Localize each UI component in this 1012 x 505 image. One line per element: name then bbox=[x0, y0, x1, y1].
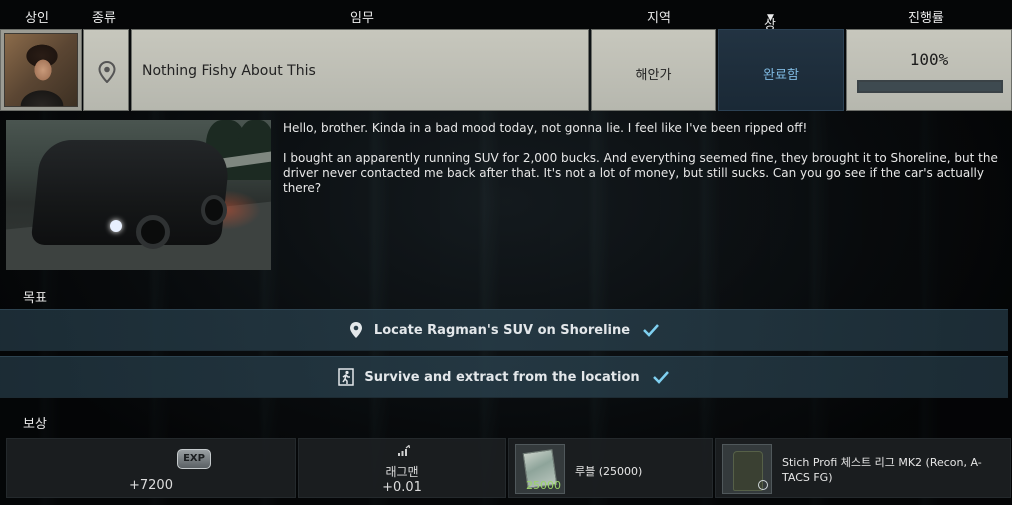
type-cell bbox=[83, 29, 129, 111]
checkmark-icon bbox=[652, 371, 669, 384]
header-type: 종류 bbox=[92, 11, 116, 26]
location-cell: 해안가 bbox=[591, 29, 716, 111]
reward-item[interactable]: Stich Profi 체스트 리그 MK2 (Recon, A-TACS FG… bbox=[715, 438, 1011, 498]
progress-percent: 100% bbox=[909, 50, 949, 69]
table-header: 상인 종류 임무 지역 상태▼ 진행률 bbox=[0, 0, 1012, 52]
reputation-trader: 래그맨 bbox=[385, 465, 419, 479]
reward-exp: EXP +7200 bbox=[6, 438, 296, 498]
reward-reputation: 래그맨 +0.01 bbox=[298, 438, 506, 498]
money-label: 루블 (25000) bbox=[575, 465, 643, 478]
progress-bar bbox=[857, 80, 1003, 93]
stack-count: 25000 bbox=[526, 479, 561, 492]
found-in-raid-icon bbox=[758, 480, 768, 490]
trader-avatar bbox=[4, 33, 78, 107]
headlight-shape bbox=[110, 220, 122, 232]
quest-image bbox=[6, 120, 271, 270]
objective-row: Locate Ragman's SUV on Shoreline bbox=[0, 309, 1008, 351]
location-name: 해안가 bbox=[635, 68, 672, 83]
quest-row[interactable]: Nothing Fishy About This 해안가 완료함 100% bbox=[0, 29, 1012, 111]
tree-shape bbox=[238, 120, 271, 180]
header-location: 지역 bbox=[647, 11, 671, 26]
money-item-slot[interactable]: 25000 bbox=[515, 444, 565, 494]
status-badge: 완료함 bbox=[763, 68, 799, 83]
location-pin-icon bbox=[349, 322, 362, 338]
reputation-value: +0.01 bbox=[382, 480, 422, 495]
reward-money[interactable]: 25000 루블 (25000) bbox=[508, 438, 713, 498]
status-cell: 완료함 bbox=[718, 29, 844, 111]
wheel-shape bbox=[201, 195, 227, 225]
exp-icon: EXP bbox=[177, 449, 211, 469]
trader-cell bbox=[0, 29, 82, 111]
progress-bar-fill bbox=[859, 82, 1001, 91]
task-name: Nothing Fishy About This bbox=[142, 63, 316, 79]
item-label: Stich Profi 체스트 리그 MK2 (Recon, A-TACS FG… bbox=[782, 456, 982, 484]
header-task: 임무 bbox=[350, 11, 374, 26]
description-paragraph: Hello, brother. Kinda in a bad mood toda… bbox=[283, 121, 808, 135]
chevron-down-icon: ▼ bbox=[767, 13, 774, 23]
task-cell: Nothing Fishy About This bbox=[131, 29, 589, 111]
suv-shape bbox=[30, 140, 232, 245]
progress-cell: 100% bbox=[846, 29, 1012, 111]
quest-description: Hello, brother. Kinda in a bad mood toda… bbox=[283, 121, 998, 211]
reputation-up-icon bbox=[398, 445, 411, 456]
rig-item-slot[interactable] bbox=[722, 444, 772, 494]
checkmark-icon bbox=[643, 324, 659, 337]
exp-value: +7200 bbox=[129, 478, 173, 493]
header-progress: 진행률 bbox=[908, 11, 944, 26]
header-trader: 상인 bbox=[25, 11, 49, 26]
description-paragraph: I bought an apparently running SUV for 2… bbox=[283, 151, 998, 195]
objective-row: Survive and extract from the location bbox=[0, 356, 1008, 398]
rewards-label: 보상 bbox=[23, 417, 47, 432]
wheel-shape bbox=[136, 215, 170, 249]
objectives-label: 목표 bbox=[23, 291, 47, 306]
location-pin-icon bbox=[98, 61, 116, 83]
objective-text: Locate Ragman's SUV on Shoreline bbox=[373, 322, 631, 338]
exit-run-icon bbox=[338, 368, 355, 386]
objective-text: Survive and extract from the location bbox=[364, 369, 640, 385]
